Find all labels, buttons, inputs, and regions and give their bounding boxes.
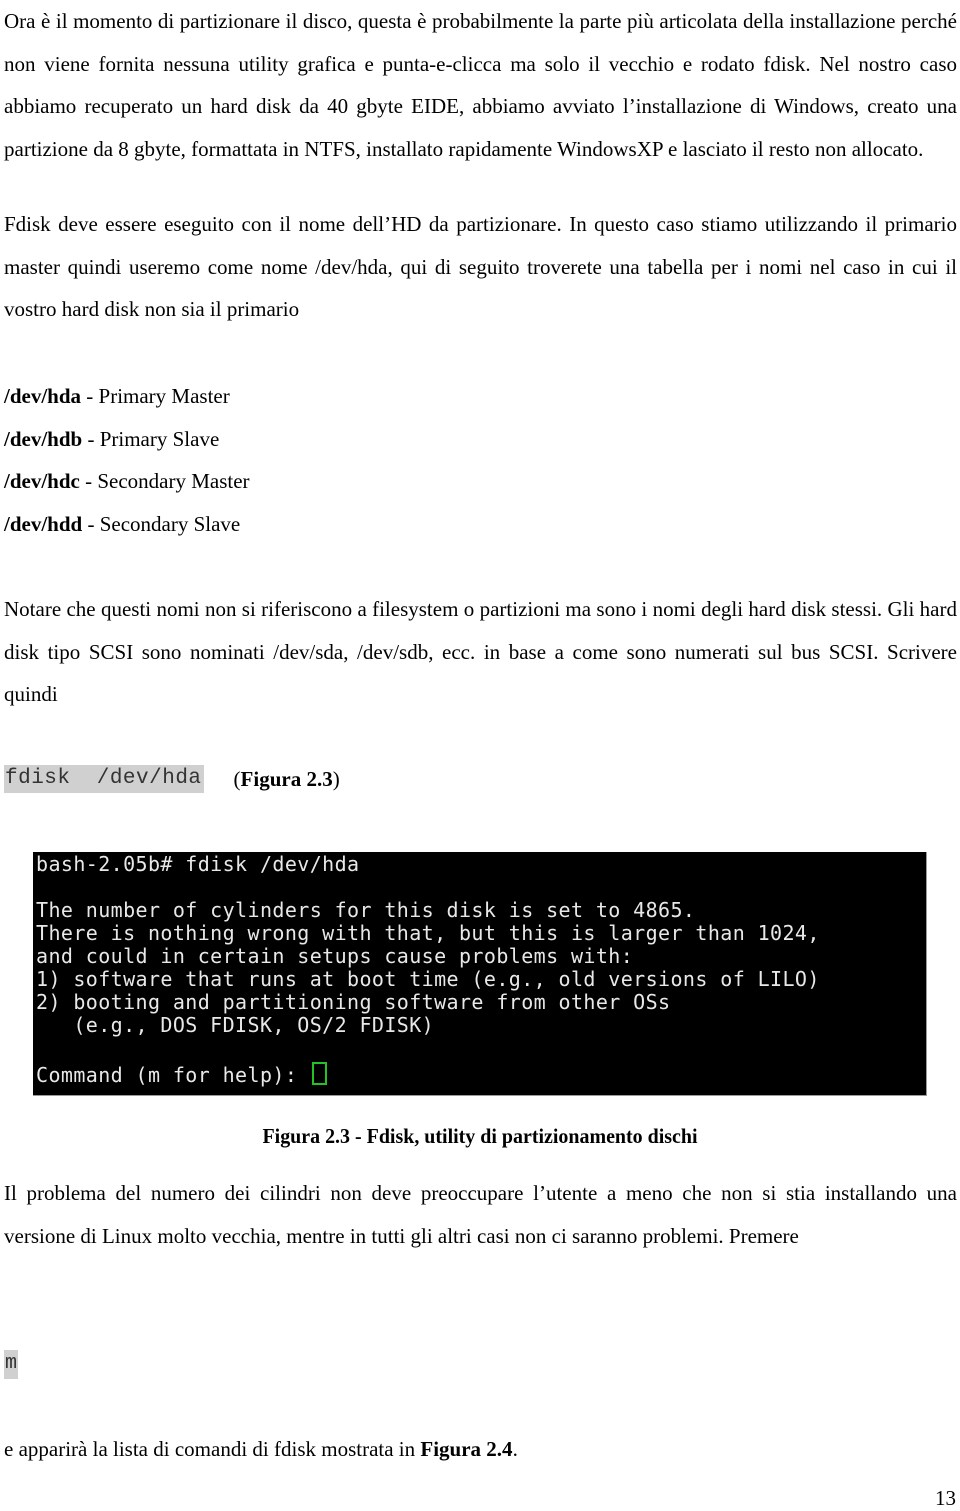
page-number: 13 (935, 1486, 956, 1510)
device-description: - Secondary Master (79, 469, 250, 494)
terminal-prompt: Command (m for help): (36, 1063, 310, 1087)
figure-ref-bold: Figura 2.4 (420, 1437, 513, 1461)
device-name: /dev/hdd (4, 512, 83, 537)
terminal-line: 2) booting and partitioning software fro… (36, 990, 671, 1014)
cursor-icon (311, 1062, 327, 1085)
figure-reference: (Figura 2.3) (233, 766, 340, 791)
problem-paragraph: Il problema del numero dei cilindri non … (4, 1181, 957, 1248)
device-description: - Secondary Slave (82, 512, 241, 537)
final-line: e apparirà la lista di comandi di fdisk … (4, 1437, 518, 1461)
device-description: - Primary Slave (82, 426, 220, 451)
device-list-item: /dev/hdd - Secondary Slave (4, 503, 250, 546)
command-line: fdisk /dev/hda (Figura 2.3) (4, 763, 340, 795)
terminal-line: There is nothing wrong with that, but th… (36, 921, 820, 945)
terminal-line: (e.g., DOS FDISK, OS/2 FDISK) (36, 1013, 435, 1037)
device-list-item: /dev/hda - Primary Master (4, 375, 250, 418)
device-name: /dev/hda (4, 384, 82, 408)
fdisk-paragraph: Fdisk deve essere eseguito con il nome d… (4, 212, 957, 322)
terminal-screenshot: bash-2.05b# fdisk /dev/hda The number of… (33, 852, 927, 1096)
device-name: /dev/hdb (4, 426, 83, 451)
terminal-line: 1) software that runs at boot time (e.g.… (36, 967, 820, 991)
terminal-line: bash-2.05b# fdisk /dev/hda (36, 852, 360, 876)
key-m-code: m (4, 1350, 19, 1379)
device-list-item: /dev/hdc - Secondary Master (4, 460, 250, 503)
terminal-line: and could in certain setups cause proble… (36, 944, 634, 968)
device-description: - Primary Master (81, 384, 230, 408)
device-name: /dev/hdc (4, 469, 80, 494)
device-list-item: /dev/hdb - Primary Slave (4, 418, 250, 461)
terminal-line: The number of cylinders for this disk is… (36, 898, 696, 922)
note-paragraph: Notare che questi nomi non si riferiscon… (4, 597, 957, 707)
figure-caption: Figura 2.3 - Fdisk, utility di partizion… (262, 1124, 698, 1148)
device-name-list: /dev/hda - Primary Master /dev/hdb - Pri… (4, 375, 250, 546)
intro-paragraph: Ora è il momento di partizionare il disc… (4, 9, 957, 161)
figure-ref-bold: Figura 2.3 (240, 766, 333, 791)
terminal-prompt-line: Command (m for help): (36, 1062, 327, 1087)
command-code: fdisk /dev/hda (4, 765, 204, 793)
